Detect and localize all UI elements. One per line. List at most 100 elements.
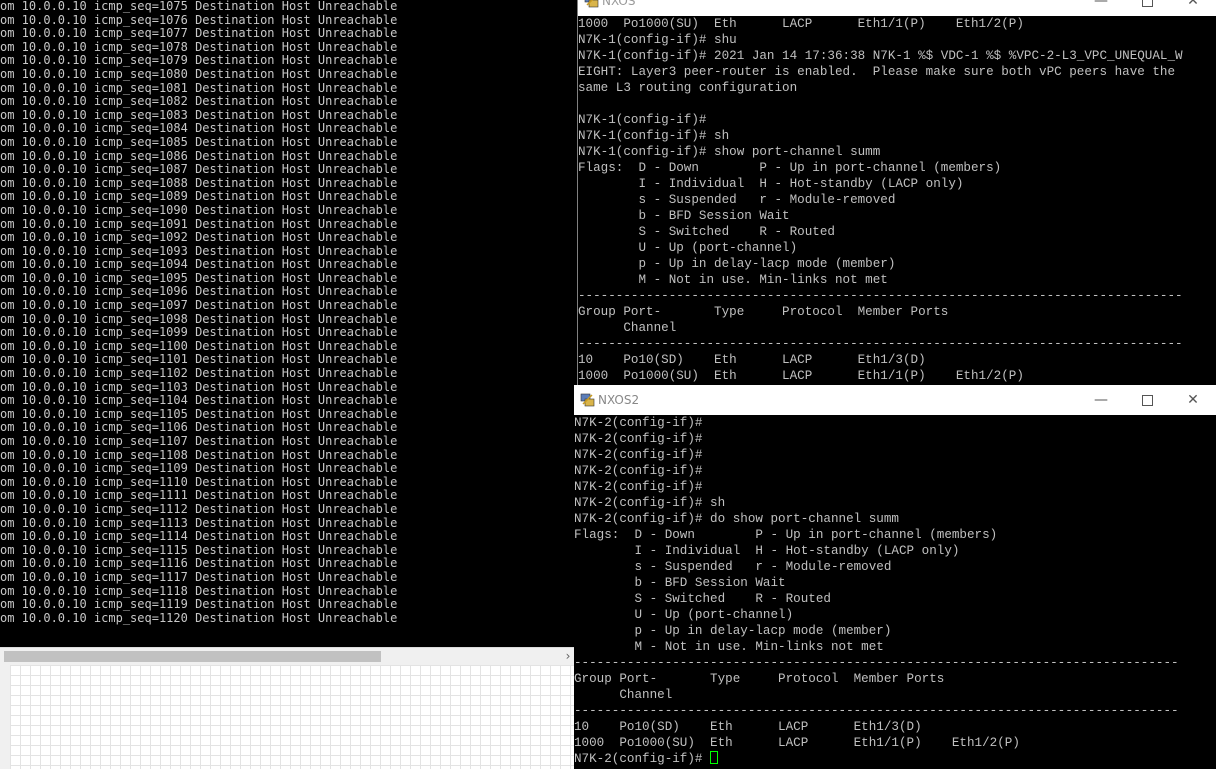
terminal-line: N7K-1(config-if)# 2021 Jan 14 17:36:38 N…: [578, 49, 1183, 63]
console-line: om 10.0.0.10 icmp_seq=1101 Destination H…: [0, 353, 398, 367]
console-line: om 10.0.0.10 icmp_seq=1076 Destination H…: [0, 13, 398, 27]
console-line: om 10.0.0.10 icmp_seq=1085 Destination H…: [0, 135, 398, 149]
terminal-line: N7K-1(config-if)# shu: [578, 33, 737, 47]
terminal-line: ----------------------------------------…: [574, 704, 1179, 718]
console-line: om 10.0.0.10 icmp_seq=1080 Destination H…: [0, 67, 398, 81]
terminal-output[interactable]: 1000 Po1000(SU) Eth LACP Eth1/1(P) Eth1/…: [578, 16, 1216, 386]
window-title: NXOS: [602, 0, 636, 8]
console-line: om 10.0.0.10 icmp_seq=1075 Destination H…: [0, 0, 398, 13]
console-line: om 10.0.0.10 icmp_seq=1098 Destination H…: [0, 312, 398, 326]
console-line: om 10.0.0.10 icmp_seq=1106 Destination H…: [0, 421, 398, 435]
terminal-line: N7K-1(config-if)# sh: [578, 129, 730, 143]
console-line: om 10.0.0.10 icmp_seq=1109 Destination H…: [0, 462, 398, 476]
terminal-line: p - Up in delay-lacp mode (member): [574, 624, 892, 638]
terminal-output[interactable]: N7K-2(config-if)# N7K-2(config-if)# N7K-2(…: [574, 415, 1216, 769]
close-button[interactable]: ✕: [1170, 385, 1216, 415]
console-line: om 10.0.0.10 icmp_seq=1111 Destination H…: [0, 489, 398, 503]
console-line: om 10.0.0.10 icmp_seq=1107 Destination H…: [0, 435, 398, 448]
left-console-window[interactable]: om 10.0.0.10 icmp_seq=1075 Destination H…: [0, 0, 578, 665]
terminal-line: ----------------------------------------…: [578, 289, 1183, 303]
terminal-line: Flags: D - Down P - Up in port-channel (…: [578, 161, 1002, 175]
console-line: om 10.0.0.10 icmp_seq=1089 Destination H…: [0, 190, 398, 204]
console-line: om 10.0.0.10 icmp_seq=1108 Destination H…: [0, 448, 398, 462]
terminal-line: N7K-2(config-if)#: [574, 448, 703, 462]
console-line: om 10.0.0.10 icmp_seq=1114 Destination H…: [0, 530, 398, 544]
terminal-line: 10 Po10(SD) Eth LACP Eth1/3(D): [578, 353, 926, 367]
putty-icon: [584, 0, 599, 8]
title-bar[interactable]: NXOS2 — ✕: [574, 385, 1216, 415]
console-line: om 10.0.0.10 icmp_seq=1097 Destination H…: [0, 299, 398, 313]
title-bar[interactable]: NXOS — ✕: [578, 0, 1216, 16]
putty-window-nxos2[interactable]: NXOS2 — ✕ N7K-2(config-if)# N7K-2(config-…: [574, 385, 1216, 769]
terminal-line: M - Not in use. Min-links not met: [578, 273, 888, 287]
close-button[interactable]: ✕: [1170, 0, 1216, 16]
console-line: om 10.0.0.10 icmp_seq=1113 Destination H…: [0, 516, 398, 530]
console-line: om 10.0.0.10 icmp_seq=1082 Destination H…: [0, 95, 398, 109]
terminal-line: p - Up in delay-lacp mode (member): [578, 257, 896, 271]
minimize-button[interactable]: —: [1078, 385, 1124, 415]
terminal-line: 1000 Po1000(SU) Eth LACP Eth1/1(P) Eth1/…: [574, 736, 1020, 750]
terminal-line: S - Switched R - Routed: [578, 225, 835, 239]
terminal-line: 1000 Po1000(SU) Eth LACP Eth1/1(P) Eth1/…: [578, 369, 1024, 383]
console-line: om 10.0.0.10 icmp_seq=1110 Destination H…: [0, 475, 398, 489]
terminal-line: ----------------------------------------…: [574, 656, 1179, 670]
console-line: om 10.0.0.10 icmp_seq=1119 Destination H…: [0, 598, 398, 612]
console-line: om 10.0.0.10 icmp_seq=1116 Destination H…: [0, 557, 398, 571]
console-line: om 10.0.0.10 icmp_seq=1079 Destination H…: [0, 54, 398, 68]
terminal-line: N7K-2(config-if)#: [574, 416, 703, 430]
maximize-button[interactable]: [1124, 0, 1170, 16]
putty-window-nxos[interactable]: NXOS — ✕ 1000 Po1000(SU) Eth LACP Eth1/1…: [578, 0, 1216, 386]
console-line: om 10.0.0.10 icmp_seq=1118 Destination H…: [0, 584, 398, 598]
terminal-line: 1000 Po1000(SU) Eth LACP Eth1/1(P) Eth1/…: [578, 17, 1024, 31]
terminal-line: b - BFD Session Wait: [574, 576, 786, 590]
console-line: om 10.0.0.10 icmp_seq=1120 Destination H…: [0, 611, 398, 625]
console-line: om 10.0.0.10 icmp_seq=1095 Destination H…: [0, 271, 398, 285]
terminal-line: N7K-2(config-if)# sh: [574, 496, 726, 510]
terminal-line: N7K-1(config-if)# show port-channel summ: [578, 145, 881, 159]
maximize-button[interactable]: [1124, 385, 1170, 415]
terminal-line: S - Switched R - Routed: [574, 592, 831, 606]
terminal-line: Group Port- Type Protocol Member Ports: [574, 672, 945, 686]
maximize-icon: [1141, 394, 1153, 406]
terminal-line: Flags: D - Down P - Up in port-channel (…: [574, 528, 998, 542]
terminal-line: ----------------------------------------…: [578, 337, 1183, 351]
console-line: om 10.0.0.10 icmp_seq=1099 Destination H…: [0, 326, 398, 340]
console-line: om 10.0.0.10 icmp_seq=1078 Destination H…: [0, 40, 398, 54]
console-line: om 10.0.0.10 icmp_seq=1091 Destination H…: [0, 217, 398, 231]
terminal-line: s - Suspended r - Module-removed: [574, 560, 892, 574]
terminal-line: U - Up (port-channel): [574, 608, 794, 622]
text-cursor: [710, 751, 719, 764]
minimize-button[interactable]: —: [1078, 0, 1124, 16]
window-title: NXOS2: [598, 393, 640, 407]
console-line: om 10.0.0.10 icmp_seq=1102 Destination H…: [0, 367, 398, 381]
console-line: om 10.0.0.10 icmp_seq=1105 Destination H…: [0, 407, 398, 421]
terminal-line: N7K-2(config-if)#: [574, 480, 703, 494]
console-line: om 10.0.0.10 icmp_seq=1096 Destination H…: [0, 285, 398, 299]
scrollbar-thumb[interactable]: [4, 651, 381, 662]
console-line: om 10.0.0.10 icmp_seq=1077 Destination H…: [0, 27, 398, 41]
terminal-line: 10 Po10(SD) Eth LACP Eth1/3(D): [574, 720, 922, 734]
terminal-line: I - Individual H - Hot-standby (LACP onl…: [574, 544, 960, 558]
left-console-output[interactable]: om 10.0.0.10 icmp_seq=1075 Destination H…: [0, 0, 577, 645]
terminal-line: Group Port- Type Protocol Member Ports: [578, 305, 949, 319]
console-line: om 10.0.0.10 icmp_seq=1086 Destination H…: [0, 149, 398, 163]
terminal-line: EIGHT: Layer3 peer-router is enabled. Pl…: [578, 65, 1176, 79]
console-line: om 10.0.0.10 icmp_seq=1092 Destination H…: [0, 231, 398, 245]
chevron-right-icon[interactable]: ›: [562, 649, 574, 664]
maximize-icon: [1141, 0, 1153, 7]
putty-icon: [580, 393, 595, 407]
terminal-prompt-line[interactable]: N7K-2(config-if)#: [574, 751, 1216, 767]
terminal-line: Channel: [574, 688, 673, 702]
terminal-prompt: N7K-2(config-if)#: [574, 752, 711, 766]
terminal-line: U - Up (port-channel): [578, 241, 798, 255]
terminal-line: same L3 routing configuration: [578, 81, 798, 95]
console-line: om 10.0.0.10 icmp_seq=1090 Destination H…: [0, 203, 398, 217]
terminal-line: M - Not in use. Min-links not met: [574, 640, 884, 654]
console-line: om 10.0.0.10 icmp_seq=1088 Destination H…: [0, 176, 398, 190]
console-line: om 10.0.0.10 icmp_seq=1104 Destination H…: [0, 394, 398, 408]
terminal-line: I - Individual H - Hot-standby (LACP onl…: [578, 177, 964, 191]
console-line: om 10.0.0.10 icmp_seq=1094 Destination H…: [0, 258, 398, 272]
horizontal-scrollbar[interactable]: ›: [0, 647, 577, 665]
console-line: om 10.0.0.10 icmp_seq=1117 Destination H…: [0, 570, 398, 584]
